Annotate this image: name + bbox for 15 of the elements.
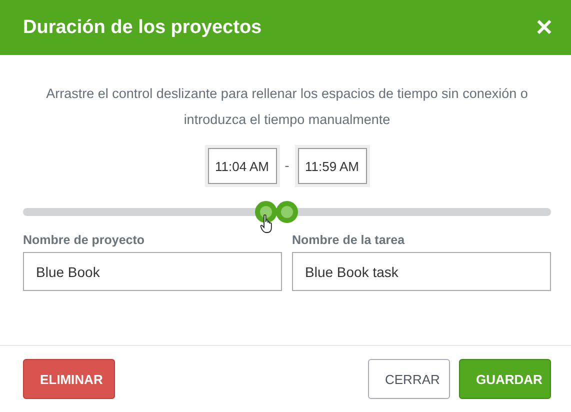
instruction-text: Arrastre el control deslizante para rellenar los espacios de tiempo sin conexión o introduzca el tiempo manualmente <box>45 85 529 129</box>
dialog-title: Duración de los proyectos <box>23 16 262 38</box>
hand-cursor-icon <box>260 214 274 234</box>
field-label: Nombre de proyecto <box>23 233 146 247</box>
delete-button[interactable]: ELIMINAR <box>23 359 115 399</box>
start-time-field[interactable]: 11:04 AM <box>208 148 276 184</box>
slider-track[interactable] <box>23 201 551 223</box>
text-field[interactable]: Blue Book task <box>292 252 551 291</box>
end-time-field[interactable]: 11:59 AM <box>298 148 366 184</box>
field-label: Nombre de la tarea <box>292 233 406 247</box>
text-field[interactable]: Blue Book <box>23 252 282 291</box>
close-dialog-button[interactable]: CERRAR <box>368 359 450 399</box>
slider-thumb[interactable] <box>276 201 298 223</box>
slider-thumb[interactable] <box>254 201 277 223</box>
range-separator: - <box>284 158 290 174</box>
